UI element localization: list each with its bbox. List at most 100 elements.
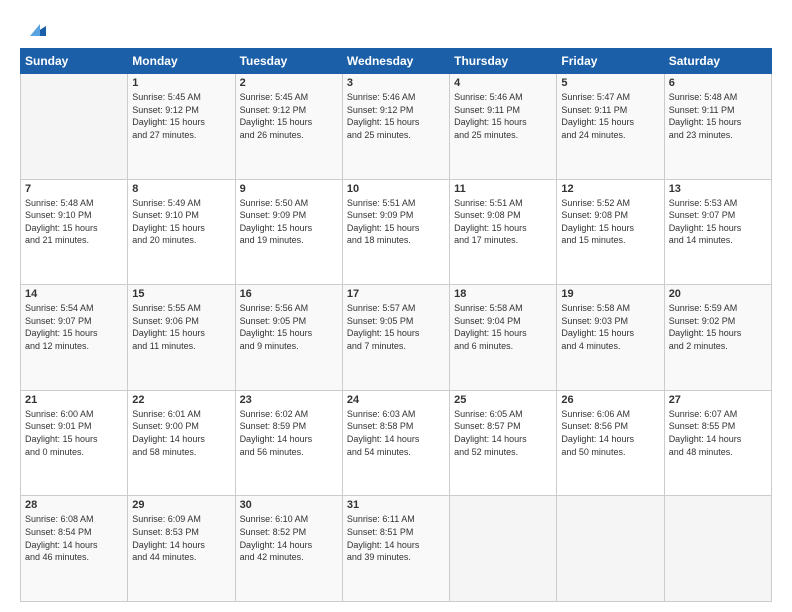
day-cell [664,496,771,602]
day-info: Sunrise: 5:57 AM Sunset: 9:05 PM Dayligh… [347,302,445,352]
day-cell: 30Sunrise: 6:10 AM Sunset: 8:52 PM Dayli… [235,496,342,602]
day-cell: 25Sunrise: 6:05 AM Sunset: 8:57 PM Dayli… [450,390,557,496]
day-number: 4 [454,77,552,89]
header-cell-wednesday: Wednesday [342,49,449,74]
logo [20,16,50,40]
day-cell: 18Sunrise: 5:58 AM Sunset: 9:04 PM Dayli… [450,285,557,391]
day-cell: 31Sunrise: 6:11 AM Sunset: 8:51 PM Dayli… [342,496,449,602]
day-cell: 11 Sunrise: 5:51 AM Sunset: 9:08 PM Dayli… [450,179,557,285]
day-cell: 1 Sunrise: 5:45 AM Sunset: 9:12 PM Daylig… [128,74,235,180]
day-cell: 2 Sunrise: 5:45 AM Sunset: 9:12 PM Daylig… [235,74,342,180]
day-number: 25 [454,394,552,406]
day-info: Sunrise: 5:48 AM Sunset: 9:10 PM Dayligh… [25,197,123,247]
day-number: 2 [240,77,338,89]
day-info: Sunrise: 5:48 AM Sunset: 9:11 PM Dayligh… [669,91,767,141]
day-cell: 17 Sunrise: 5:57 AM Sunset: 9:05 PM Dayli… [342,285,449,391]
day-cell: 23 Sunrise: 6:02 AM Sunset: 8:59 PM Dayli… [235,390,342,496]
day-info: Sunrise: 5:50 AM Sunset: 9:09 PM Dayligh… [240,197,338,247]
day-info: Sunrise: 5:54 AM Sunset: 9:07 PM Dayligh… [25,302,123,352]
day-cell [557,496,664,602]
day-info: Sunrise: 6:06 AM Sunset: 8:56 PM Dayligh… [561,408,659,458]
day-cell: 3 Sunrise: 5:46 AM Sunset: 9:12 PM Daylig… [342,74,449,180]
day-number: 16 [240,288,338,300]
day-info: Sunrise: 6:09 AM Sunset: 8:53 PM Dayligh… [132,513,230,563]
header-cell-sunday: Sunday [21,49,128,74]
day-number: 17 [347,288,445,300]
header-cell-saturday: Saturday [664,49,771,74]
day-number: 18 [454,288,552,300]
day-info: Sunrise: 5:47 AM Sunset: 9:11 PM Dayligh… [561,91,659,141]
header-cell-friday: Friday [557,49,664,74]
header-cell-thursday: Thursday [450,49,557,74]
week-row-1: 1 Sunrise: 5:45 AM Sunset: 9:12 PM Daylig… [21,74,772,180]
week-row-3: 14 Sunrise: 5:54 AM Sunset: 9:07 PM Dayli… [21,285,772,391]
day-cell: 6 Sunrise: 5:48 AM Sunset: 9:11 PM Daylig… [664,74,771,180]
day-number: 24 [347,394,445,406]
day-info: Sunrise: 5:59 AM Sunset: 9:02 PM Dayligh… [669,302,767,352]
day-cell: 10Sunrise: 5:51 AM Sunset: 9:09 PM Dayli… [342,179,449,285]
day-info: Sunrise: 5:58 AM Sunset: 9:03 PM Dayligh… [561,302,659,352]
day-info: Sunrise: 5:56 AM Sunset: 9:05 PM Dayligh… [240,302,338,352]
day-info: Sunrise: 6:03 AM Sunset: 8:58 PM Dayligh… [347,408,445,458]
day-cell [21,74,128,180]
day-info: Sunrise: 5:53 AM Sunset: 9:07 PM Dayligh… [669,197,767,247]
day-info: Sunrise: 5:55 AM Sunset: 9:06 PM Dayligh… [132,302,230,352]
day-info: Sunrise: 5:46 AM Sunset: 9:12 PM Dayligh… [347,91,445,141]
header-row: SundayMondayTuesdayWednesdayThursdayFrid… [21,49,772,74]
day-info: Sunrise: 5:45 AM Sunset: 9:12 PM Dayligh… [240,91,338,141]
day-number: 31 [347,499,445,511]
day-number: 3 [347,77,445,89]
day-cell: 8 Sunrise: 5:49 AM Sunset: 9:10 PM Daylig… [128,179,235,285]
day-cell: 14 Sunrise: 5:54 AM Sunset: 9:07 PM Dayli… [21,285,128,391]
day-cell: 13 Sunrise: 5:53 AM Sunset: 9:07 PM Dayli… [664,179,771,285]
header [20,16,772,40]
day-cell: 12Sunrise: 5:52 AM Sunset: 9:08 PM Dayli… [557,179,664,285]
day-number: 26 [561,394,659,406]
day-cell: 20 Sunrise: 5:59 AM Sunset: 9:02 PM Dayli… [664,285,771,391]
day-number: 5 [561,77,659,89]
day-number: 7 [25,183,123,195]
day-info: Sunrise: 5:51 AM Sunset: 9:08 PM Dayligh… [454,197,552,247]
day-info: Sunrise: 5:49 AM Sunset: 9:10 PM Dayligh… [132,197,230,247]
header-cell-tuesday: Tuesday [235,49,342,74]
day-info: Sunrise: 5:46 AM Sunset: 9:11 PM Dayligh… [454,91,552,141]
day-number: 14 [25,288,123,300]
day-number: 21 [25,394,123,406]
page: SundayMondayTuesdayWednesdayThursdayFrid… [0,0,792,612]
day-info: Sunrise: 6:08 AM Sunset: 8:54 PM Dayligh… [25,513,123,563]
day-info: Sunrise: 5:51 AM Sunset: 9:09 PM Dayligh… [347,197,445,247]
day-number: 6 [669,77,767,89]
day-cell: 24 Sunrise: 6:03 AM Sunset: 8:58 PM Dayli… [342,390,449,496]
day-cell: 28 Sunrise: 6:08 AM Sunset: 8:54 PM Dayli… [21,496,128,602]
week-row-4: 21 Sunrise: 6:00 AM Sunset: 9:01 PM Dayli… [21,390,772,496]
day-info: Sunrise: 6:02 AM Sunset: 8:59 PM Dayligh… [240,408,338,458]
day-cell: 19 Sunrise: 5:58 AM Sunset: 9:03 PM Dayli… [557,285,664,391]
day-info: Sunrise: 6:00 AM Sunset: 9:01 PM Dayligh… [25,408,123,458]
week-row-2: 7 Sunrise: 5:48 AM Sunset: 9:10 PM Daylig… [21,179,772,285]
day-number: 9 [240,183,338,195]
day-info: Sunrise: 6:01 AM Sunset: 9:00 PM Dayligh… [132,408,230,458]
day-number: 13 [669,183,767,195]
day-info: Sunrise: 5:45 AM Sunset: 9:12 PM Dayligh… [132,91,230,141]
calendar-table: SundayMondayTuesdayWednesdayThursdayFrid… [20,48,772,602]
day-number: 11 [454,183,552,195]
day-cell [450,496,557,602]
logo-icon [26,16,50,40]
day-number: 23 [240,394,338,406]
day-cell: 9 Sunrise: 5:50 AM Sunset: 9:09 PM Daylig… [235,179,342,285]
day-number: 28 [25,499,123,511]
day-number: 15 [132,288,230,300]
week-row-5: 28 Sunrise: 6:08 AM Sunset: 8:54 PM Dayli… [21,496,772,602]
day-number: 20 [669,288,767,300]
day-cell: 5 Sunrise: 5:47 AM Sunset: 9:11 PM Daylig… [557,74,664,180]
day-number: 8 [132,183,230,195]
day-number: 19 [561,288,659,300]
day-cell: 4 Sunrise: 5:46 AM Sunset: 9:11 PM Daylig… [450,74,557,180]
day-number: 22 [132,394,230,406]
day-cell: 22 Sunrise: 6:01 AM Sunset: 9:00 PM Dayli… [128,390,235,496]
day-number: 1 [132,77,230,89]
day-cell: 26 Sunrise: 6:06 AM Sunset: 8:56 PM Dayli… [557,390,664,496]
day-number: 12 [561,183,659,195]
day-cell: 15 Sunrise: 5:55 AM Sunset: 9:06 PM Dayli… [128,285,235,391]
day-number: 27 [669,394,767,406]
